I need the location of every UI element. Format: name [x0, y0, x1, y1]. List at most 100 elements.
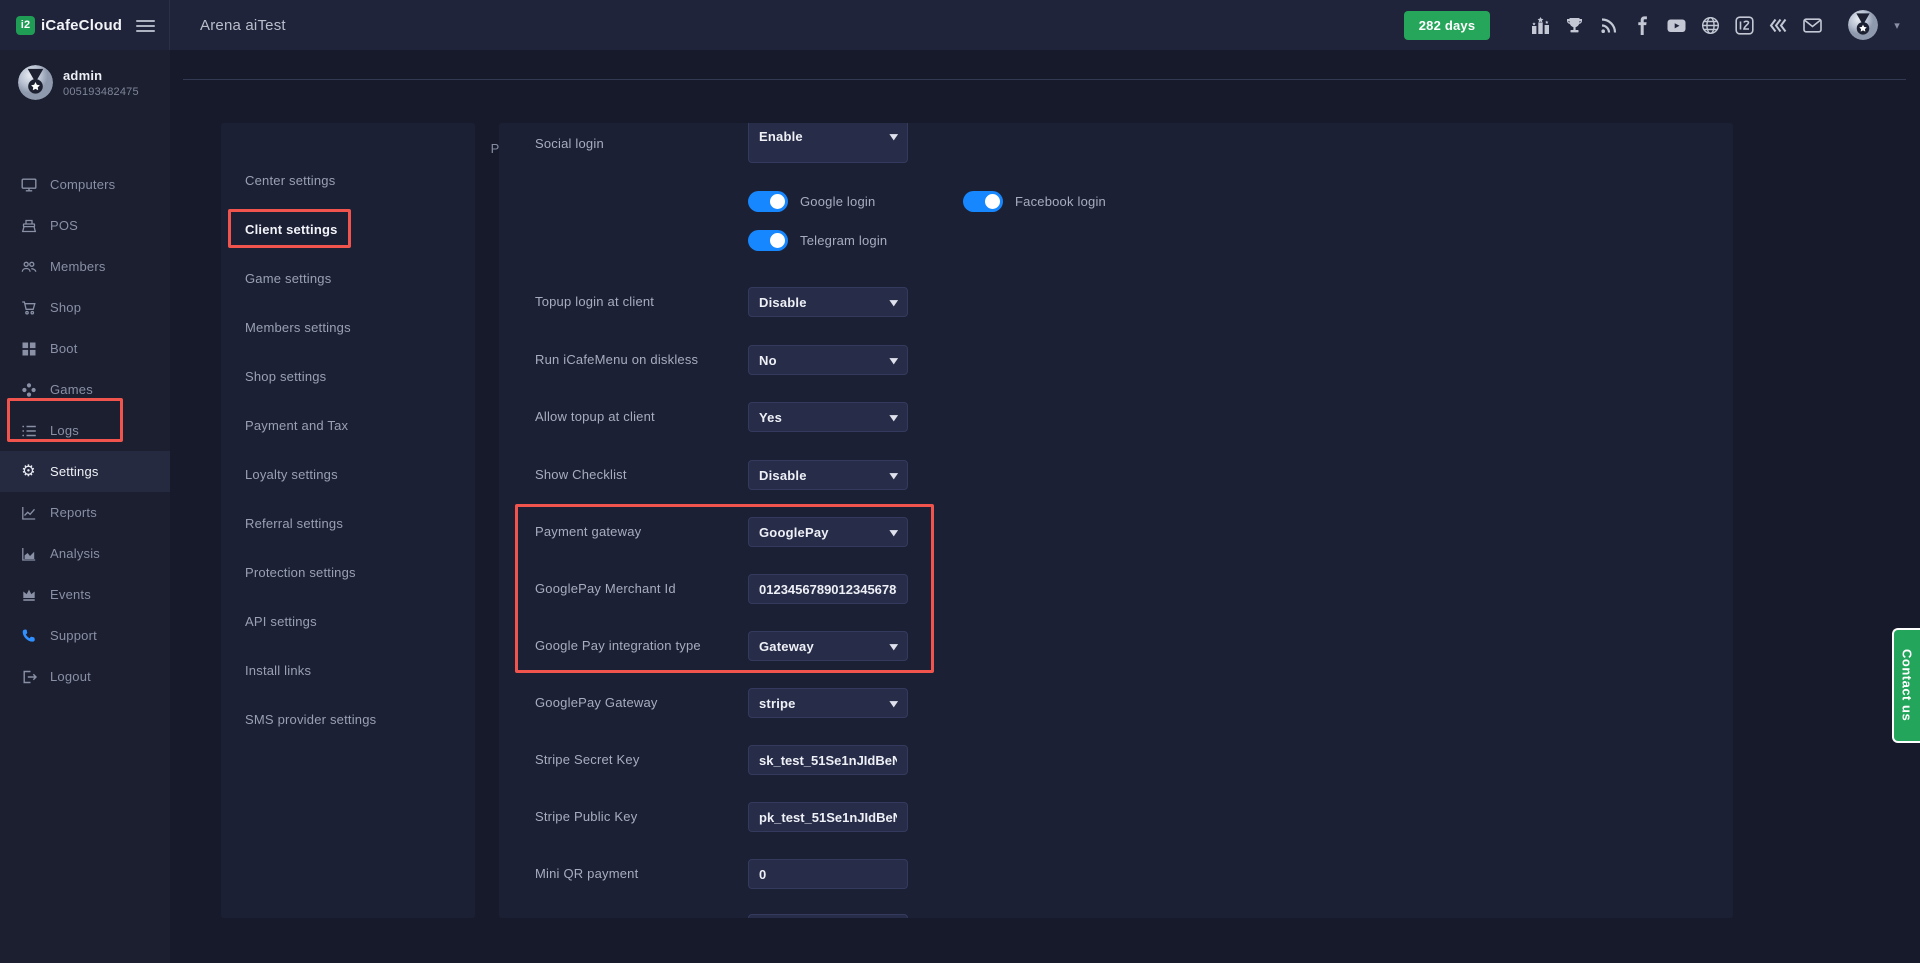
sidebar-item-games[interactable]: Games — [0, 369, 170, 410]
menu-item-protection-settings[interactable]: Protection settings — [221, 548, 475, 597]
user-avatar[interactable] — [1848, 10, 1878, 40]
license-days-badge[interactable]: 282 days — [1404, 11, 1491, 40]
games-icon — [20, 381, 37, 398]
form-row-show-checklist: Show Checklist Disable ▾ — [499, 460, 1733, 490]
sidebar-item-events[interactable]: Events — [0, 574, 170, 615]
stripe-secret-key-input[interactable] — [748, 745, 908, 775]
gear-icon: ⚙ — [20, 463, 37, 480]
sidebar-item-logout[interactable]: Logout — [0, 656, 170, 697]
show-checklist-select[interactable]: Disable ▾ — [748, 460, 908, 490]
sidebar-item-label: Support — [50, 628, 97, 643]
menu-item-payment-and-tax[interactable]: Payment and Tax — [221, 401, 475, 450]
sidebar-item-shop[interactable]: Shop — [0, 287, 170, 328]
user-id: 005193482475 — [63, 86, 139, 98]
form-row-googlepay-integration-type: Google Pay integration type Gateway ▾ — [499, 631, 1733, 661]
social-login-select[interactable]: Enable ▾ — [748, 123, 908, 163]
sidebar-item-label: Games — [50, 382, 93, 397]
menu-item-install-links[interactable]: Install links — [221, 646, 475, 695]
form-row-stripe-public-key: Stripe Public Key — [499, 802, 1733, 832]
sidebar-nav: Computers POS Members Shop Boot Games — [0, 164, 170, 697]
contact-us-tab[interactable]: Contact us — [1892, 628, 1920, 743]
sidebar-item-logs[interactable]: Logs — [0, 410, 170, 451]
client-settings-form: Social login Enable ▾ Google login Faceb… — [499, 123, 1733, 918]
sidebar-item-computers[interactable]: Computers — [0, 164, 170, 205]
menu-item-members-settings[interactable]: Members settings — [221, 303, 475, 352]
chevron-down-icon: ▾ — [890, 354, 898, 367]
sidebar-item-analysis[interactable]: Analysis — [0, 533, 170, 574]
sidebar-item-label: Logout — [50, 669, 91, 684]
form-row-allow-topup: Allow topup at client Yes ▾ — [499, 402, 1733, 432]
settings-menu-panel: Center settings Client settings Game set… — [221, 123, 475, 918]
select-value: Enable — [759, 129, 891, 144]
sidebar-item-settings[interactable]: ⚙ Settings — [0, 451, 170, 492]
facebook-login-toggle[interactable] — [963, 191, 1003, 212]
select-value: Gateway — [759, 639, 891, 654]
form-row-payment-gateway: Payment gateway GooglePay ▾ — [499, 517, 1733, 547]
platinum-medal-avatar — [18, 65, 53, 100]
menu-item-game-settings[interactable]: Game settings — [221, 254, 475, 303]
googlepay-gateway-select[interactable]: stripe ▾ — [748, 688, 908, 718]
clipped-next-field — [748, 914, 908, 918]
mini-qr-payment-input[interactable] — [748, 859, 908, 889]
chevron-down-icon: ▾ — [890, 411, 898, 424]
topup-login-select[interactable]: Disable ▾ — [748, 287, 908, 317]
cart-icon — [20, 299, 37, 316]
form-row-login-toggles-2: Telegram login — [499, 230, 1733, 252]
googlepay-merchant-id-input[interactable] — [748, 574, 908, 604]
select-value: Disable — [759, 295, 891, 310]
chevron-down-icon: ▾ — [890, 469, 898, 482]
sidebar-item-support[interactable]: Support — [0, 615, 170, 656]
brand-name: iCafeCloud — [41, 17, 122, 34]
facebook-icon[interactable] — [1632, 15, 1652, 35]
trophy-icon[interactable] — [1564, 15, 1584, 35]
reports-icon — [20, 504, 37, 521]
form-row-googlepay-merchant-id: GooglePay Merchant Id — [499, 574, 1733, 604]
menu-item-referral-settings[interactable]: Referral settings — [221, 499, 475, 548]
sidebar-item-label: Events — [50, 587, 91, 602]
stripe-public-key-input[interactable] — [748, 802, 908, 832]
mail-icon[interactable] — [1802, 15, 1822, 35]
rss-icon[interactable] — [1598, 15, 1618, 35]
globe-icon[interactable] — [1700, 15, 1720, 35]
topbar-right-cluster: 282 days — [1404, 0, 1900, 50]
reviews-icon[interactable] — [1768, 15, 1788, 35]
icafecloud-mark-icon[interactable] — [1734, 15, 1754, 35]
google-login-toggle[interactable] — [748, 191, 788, 212]
monitor-icon — [20, 176, 37, 193]
field-label: Show Checklist — [535, 460, 627, 490]
telegram-login-toggle[interactable] — [748, 230, 788, 251]
menu-item-sms-provider-settings[interactable]: SMS provider settings — [221, 695, 475, 744]
field-label: Run iCafeMenu on diskless — [535, 345, 698, 375]
hamburger-menu-icon[interactable] — [136, 17, 155, 35]
menu-item-api-settings[interactable]: API settings — [221, 597, 475, 646]
toggle-label: Google login — [800, 194, 875, 209]
menu-item-loyalty-settings[interactable]: Loyalty settings — [221, 450, 475, 499]
account-chevron-down-icon[interactable]: ▾ — [1894, 19, 1900, 32]
payment-gateway-select[interactable]: GooglePay ▾ — [748, 517, 908, 547]
chevron-down-icon: ▾ — [890, 130, 898, 143]
select-value: GooglePay — [759, 525, 891, 540]
chevron-down-icon: ▾ — [890, 526, 898, 539]
toggle-label: Facebook login — [1015, 194, 1106, 209]
menu-item-center-settings[interactable]: Center settings — [221, 156, 475, 205]
menu-item-client-settings[interactable]: Client settings — [221, 205, 475, 254]
form-row-login-toggles-1: Google login Facebook login — [499, 191, 1733, 213]
sidebar-item-members[interactable]: Members — [0, 246, 170, 287]
tabs-top-divider — [183, 79, 1906, 80]
sidebar-item-reports[interactable]: Reports — [0, 492, 170, 533]
sidebar-item-boot[interactable]: Boot — [0, 328, 170, 369]
field-label: Social login — [535, 123, 604, 163]
youtube-icon[interactable] — [1666, 15, 1686, 35]
icafemenu-diskless-select[interactable]: No ▾ — [748, 345, 908, 375]
ranking-icon[interactable] — [1530, 15, 1550, 35]
top-bar: i2 iCafeCloud Arena aiTest 282 days — [0, 0, 1920, 50]
chevron-down-icon: ▾ — [890, 296, 898, 309]
sidebar-item-pos[interactable]: POS — [0, 205, 170, 246]
sidebar-user-block[interactable]: admin 005193482475 — [0, 50, 170, 100]
googlepay-integration-type-select[interactable]: Gateway ▾ — [748, 631, 908, 661]
allow-topup-select[interactable]: Yes ▾ — [748, 402, 908, 432]
menu-item-shop-settings[interactable]: Shop settings — [221, 352, 475, 401]
logs-icon — [20, 422, 37, 439]
sidebar-item-label: Logs — [50, 423, 79, 438]
field-label: GooglePay Merchant Id — [535, 574, 676, 604]
